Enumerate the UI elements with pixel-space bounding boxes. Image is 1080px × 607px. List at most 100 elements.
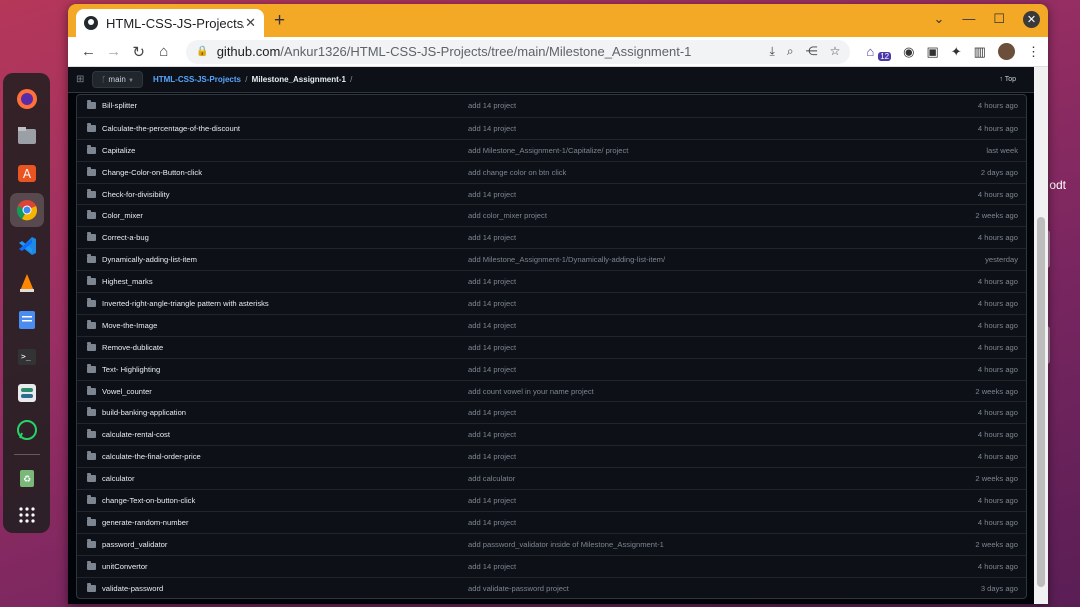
camera-icon[interactable]: ◉: [903, 44, 914, 60]
extensions-puzzle-icon[interactable]: ✦: [951, 44, 962, 60]
commit-message-link[interactable]: add 14 project: [468, 496, 908, 505]
chrome-icon[interactable]: [9, 192, 44, 227]
folder-name-link[interactable]: Change-Color-on-Button-click: [102, 168, 468, 177]
file-row[interactable]: change-Text-on-button-click add 14 projec…: [77, 489, 1026, 511]
commit-message-link[interactable]: add calculator: [468, 474, 908, 483]
file-row[interactable]: Check-for-divisibility add 14 project 4 ho…: [77, 182, 1026, 205]
extension-house-icon[interactable]: ⌂: [866, 44, 874, 59]
file-row[interactable]: calculate-rental-cost add 14 project 4 hou…: [77, 423, 1026, 445]
file-row[interactable]: Capitalize add Milestone_Assignment-1/Cap…: [77, 138, 1026, 161]
folder-name-link[interactable]: unitConvertor: [102, 562, 468, 571]
minimize-icon[interactable]: —: [962, 11, 975, 28]
folder-name-link[interactable]: build-banking-application: [102, 408, 468, 417]
folder-name-link[interactable]: Move-the-Image: [102, 321, 468, 330]
files-icon[interactable]: [10, 119, 44, 153]
menu-icon[interactable]: ⋮: [1027, 44, 1040, 60]
file-row[interactable]: validate-password add validate-password p…: [77, 576, 1026, 599]
address-bar[interactable]: 🔒 github.com /Ankur1326/HTML-CSS-JS-Proj…: [186, 39, 851, 64]
folder-name-link[interactable]: Remove-dublicate: [102, 343, 468, 352]
page-scrollbar[interactable]: [1034, 67, 1048, 604]
apps-grid-icon[interactable]: [10, 498, 44, 532]
folder-name-link[interactable]: Check-for-divisibility: [102, 190, 468, 199]
folder-name-link[interactable]: calculate-the-final-order-price: [102, 452, 468, 461]
file-row[interactable]: Remove-dublicate add 14 project 4 hours ag…: [77, 335, 1026, 358]
file-row[interactable]: unitConvertor add 14 project 4 hours ago: [77, 554, 1026, 577]
file-row[interactable]: Text- Highlighting add 14 project 4 hours …: [77, 357, 1026, 380]
commit-message-link[interactable]: add 14 project: [468, 343, 908, 352]
zoom-icon[interactable]: ⌕: [787, 44, 794, 59]
commit-message-link[interactable]: add 14 project: [468, 430, 908, 439]
commit-message-link[interactable]: add Milestone_Assignment-1/Capitalize/ p…: [468, 146, 908, 155]
commit-message-link[interactable]: add 14 project: [468, 233, 908, 242]
profile-avatar[interactable]: [997, 43, 1015, 60]
commit-message-link[interactable]: add 14 project: [468, 518, 908, 527]
commit-message-link[interactable]: add change color on btn click: [468, 168, 908, 177]
file-row[interactable]: build-banking-application add 14 project 4…: [77, 401, 1026, 423]
vscode-icon[interactable]: [10, 230, 44, 264]
commit-message-link[interactable]: add 14 project: [468, 408, 908, 417]
firefox-icon[interactable]: [10, 83, 44, 117]
folder-name-link[interactable]: Bill-splitter: [102, 101, 468, 110]
side-panel-icon[interactable]: ▥: [974, 44, 986, 60]
breadcrumb-repo-link[interactable]: HTML-CSS-JS-Projects: [153, 75, 241, 84]
folder-name-link[interactable]: calculator: [102, 474, 468, 483]
commit-message-link[interactable]: add 14 project: [468, 124, 908, 133]
scrollbar-thumb[interactable]: [1037, 217, 1045, 587]
file-row[interactable]: calculate-the-final-order-price add 14 pr…: [77, 445, 1026, 467]
folder-name-link[interactable]: Text- Highlighting: [102, 365, 468, 374]
tab-search-icon[interactable]: ⌄: [933, 11, 944, 28]
file-row[interactable]: calculator add calculator 2 weeks ago: [77, 467, 1026, 489]
tab-close-icon[interactable]: ✕: [245, 15, 256, 31]
whatsapp-icon[interactable]: [10, 413, 44, 447]
browser-tab[interactable]: HTML-CSS-JS-Projects/Milestone_Assignmen…: [76, 9, 264, 37]
folder-name-link[interactable]: Calculate-the-percentage-of-the-discount: [102, 124, 468, 133]
commit-message-link[interactable]: add validate-password project: [468, 584, 908, 593]
folder-name-link[interactable]: Capitalize: [102, 146, 468, 155]
file-row[interactable]: generate-random-number add 14 project 4 ho…: [77, 510, 1026, 533]
file-row[interactable]: Move-the-Image add 14 project 4 hours ago: [77, 313, 1026, 336]
folder-name-link[interactable]: Highest_marks: [102, 277, 468, 286]
branch-selector[interactable]: ᚴ main ▼: [92, 71, 143, 88]
folder-name-link[interactable]: Color_mixer: [102, 211, 468, 220]
folder-name-link[interactable]: Vowel_counter: [102, 387, 468, 396]
folder-name-link[interactable]: password_validator: [102, 540, 468, 549]
file-row[interactable]: password_validator add password_validator…: [77, 532, 1026, 555]
file-row[interactable]: Calculate-the-percentage-of-the-discount…: [77, 116, 1026, 139]
commit-message-link[interactable]: add 14 project: [468, 277, 908, 286]
file-row[interactable]: Vowel_counter add count vowel in your nam…: [77, 379, 1026, 402]
lock-icon[interactable]: 🔒: [196, 46, 208, 57]
folder-name-link[interactable]: change-Text-on-button-click: [102, 496, 468, 505]
reload-icon[interactable]: ↻: [126, 43, 151, 61]
folder-name-link[interactable]: Inverted-right-angle-triangle pattern wi…: [102, 299, 468, 308]
install-icon[interactable]: ⤓: [770, 44, 775, 59]
file-row[interactable]: Inverted-right-angle-triangle pattern wi…: [77, 292, 1026, 314]
new-tab-button[interactable]: +: [274, 10, 285, 32]
commit-message-link[interactable]: add 14 project: [468, 365, 908, 374]
back-icon[interactable]: ←: [76, 43, 101, 60]
commit-message-link[interactable]: add count vowel in your name project: [468, 387, 908, 396]
top-button[interactable]: ↑ Top: [999, 76, 1016, 83]
commit-message-link[interactable]: add 14 project: [468, 321, 908, 330]
commit-message-link[interactable]: add password_validator inside of Milesto…: [468, 540, 908, 549]
commit-message-link[interactable]: add color_mixer project: [468, 211, 908, 220]
app-center-icon[interactable]: A: [10, 156, 44, 190]
settings-icon[interactable]: [10, 377, 44, 411]
bookmark-star-icon[interactable]: ☆: [830, 44, 841, 59]
trash-icon[interactable]: ♻: [10, 461, 44, 495]
file-row[interactable]: Correct-a-bug add 14 project 4 hours ago: [77, 226, 1026, 248]
file-row[interactable]: Color_mixer add color_mixer project 2 week…: [77, 204, 1026, 226]
file-row[interactable]: Highest_marks add 14 project 4 hours ago: [77, 270, 1026, 292]
folder-name-link[interactable]: Dynamically-adding-list-item: [102, 255, 468, 264]
folder-name-link[interactable]: calculate-rental-cost: [102, 430, 468, 439]
home-icon[interactable]: ⌂: [151, 43, 176, 60]
commit-message-link[interactable]: add 14 project: [468, 452, 908, 461]
folder-name-link[interactable]: generate-random-number: [102, 518, 468, 527]
commit-message-link[interactable]: add 14 project: [468, 190, 908, 199]
commit-message-link[interactable]: add Milestone_Assignment-1/Dynamically-a…: [468, 255, 908, 264]
maximize-icon[interactable]: ☐: [993, 11, 1005, 28]
commit-message-link[interactable]: add 14 project: [468, 299, 908, 308]
commit-message-link[interactable]: add 14 project: [468, 101, 908, 110]
file-tree-toggle-icon[interactable]: ⊞: [76, 74, 84, 85]
file-row[interactable]: Dynamically-adding-list-item add Mileston…: [77, 248, 1026, 270]
commit-message-link[interactable]: add 14 project: [468, 562, 908, 571]
